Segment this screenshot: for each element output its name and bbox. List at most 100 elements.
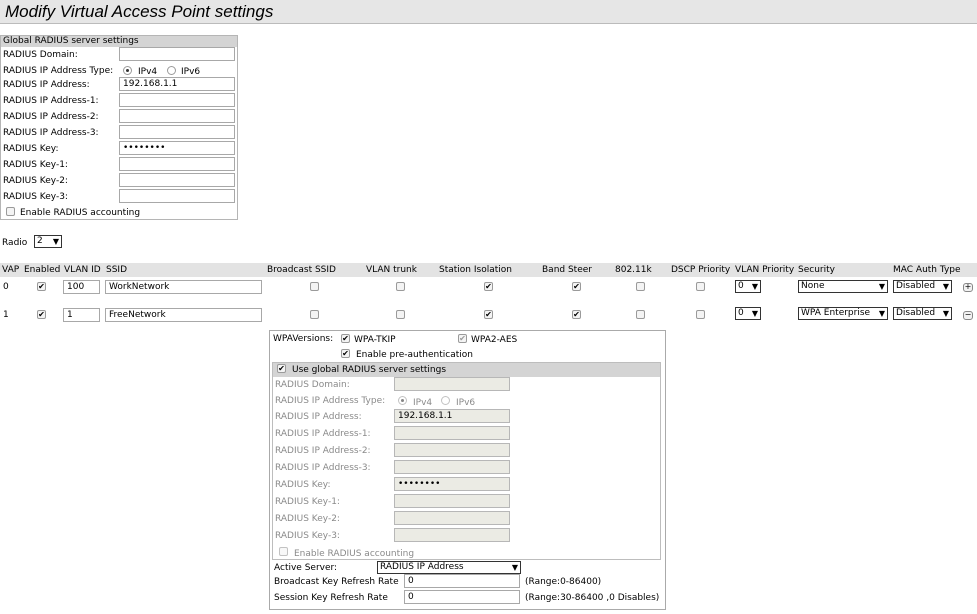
wpa-tkip-checkbox[interactable]: ✔ <box>341 334 350 343</box>
radius-key3-input[interactable] <box>119 189 235 203</box>
radius-key-label: RADIUS Key: <box>3 144 59 154</box>
expand-icon[interactable]: + <box>963 283 973 292</box>
row0-vlan-priority-select[interactable]: 0 ▼ <box>735 280 761 293</box>
row1-mac-auth-select[interactable]: Disabled ▼ <box>893 307 952 320</box>
vap-radius-key2-input <box>394 511 510 525</box>
row1-vlan-priority-value: 0 <box>738 308 744 318</box>
radius-ip-type-label: RADIUS IP Address Type: <box>3 66 114 76</box>
vap-radius-key-input: •••••••• <box>394 477 510 491</box>
radius-key2-label: RADIUS Key-2: <box>3 176 68 186</box>
row1-enabled-checkbox[interactable]: ✔ <box>37 310 46 319</box>
vap-radius-key1-input <box>394 494 510 508</box>
preauth-label: Enable pre-authentication <box>356 350 473 360</box>
row1-80211k-checkbox[interactable] <box>636 310 645 319</box>
active-server-select[interactable]: RADIUS IP Address ▼ <box>377 561 521 574</box>
radio-select[interactable]: 2 ▼ <box>34 235 62 248</box>
chevron-down-icon: ▼ <box>751 282 758 291</box>
radius-key1-input[interactable] <box>119 157 235 171</box>
chevron-down-icon: ▼ <box>942 309 949 318</box>
vap-radius-accounting-label: Enable RADIUS accounting <box>294 549 415 559</box>
row1-band-steer-checkbox[interactable]: ✔ <box>572 310 581 319</box>
radius-key3-label: RADIUS Key-3: <box>3 192 68 202</box>
wpa-versions-label: WPAVersions: <box>273 334 334 344</box>
vap-radius-key3-label: RADIUS Key-3: <box>275 531 340 541</box>
row1-vap: 1 <box>3 310 9 320</box>
vap-radius-domain-label: RADIUS Domain: <box>275 380 350 390</box>
row1-vlan-priority-select[interactable]: 0 ▼ <box>735 307 761 320</box>
row0-ssid-input[interactable]: WorkNetwork <box>105 280 262 294</box>
radius-key-input[interactable]: •••••••• <box>119 141 235 155</box>
vap-radius-accounting-checkbox <box>279 547 288 556</box>
broadcast-refresh-input[interactable]: 0 <box>404 574 520 588</box>
row0-enabled-checkbox[interactable]: ✔ <box>37 282 46 291</box>
session-refresh-input[interactable]: 0 <box>404 590 520 604</box>
row0-isolation-checkbox[interactable]: ✔ <box>484 282 493 291</box>
vap-radius-ip2-label: RADIUS IP Address-2: <box>275 446 371 456</box>
row1-vlan-id-input[interactable]: 1 <box>63 308 100 322</box>
col-vlan-id: VLAN ID <box>64 265 101 275</box>
radius-ip3-label: RADIUS IP Address-3: <box>3 128 99 138</box>
radius-key2-input[interactable] <box>119 173 235 187</box>
row1-security-value: WPA Enterprise <box>801 308 871 318</box>
chevron-down-icon: ▼ <box>942 282 949 291</box>
col-ssid: SSID <box>106 265 128 275</box>
row1-security-select[interactable]: WPA Enterprise ▼ <box>798 307 888 320</box>
radius-key1-label: RADIUS Key-1: <box>3 160 68 170</box>
vap-radius-key3-input <box>394 528 510 542</box>
broadcast-refresh-range: (Range:0-86400) <box>525 577 602 587</box>
row1-trunk-checkbox[interactable] <box>396 310 405 319</box>
col-band-steer: Band Steer <box>542 265 592 275</box>
row0-dscp-checkbox[interactable] <box>696 282 705 291</box>
vap-radius-ip-input: 192.168.1.1 <box>394 409 510 423</box>
radius-accounting-checkbox[interactable] <box>6 207 15 216</box>
vap-radius-ip1-label: RADIUS IP Address-1: <box>275 429 371 439</box>
vap-radius-ip1-input <box>394 426 510 440</box>
col-80211k: 802.11k <box>615 265 652 275</box>
row0-vap: 0 <box>3 282 9 292</box>
radius-ip1-input[interactable] <box>119 93 235 107</box>
radius-ip1-label: RADIUS IP Address-1: <box>3 96 99 106</box>
collapse-icon[interactable]: − <box>963 311 973 320</box>
col-enabled: Enabled <box>24 265 61 275</box>
col-vap: VAP <box>2 265 20 275</box>
radius-ip-input[interactable]: 192.168.1.1 <box>119 77 235 91</box>
row0-security-value: None <box>801 281 825 291</box>
row0-broadcast-checkbox[interactable] <box>310 282 319 291</box>
row1-broadcast-checkbox[interactable] <box>310 310 319 319</box>
row1-isolation-checkbox[interactable]: ✔ <box>484 310 493 319</box>
vap-ipv4-radio <box>398 396 407 405</box>
active-server-label: Active Server: <box>274 563 338 573</box>
wpa-tkip-label: WPA-TKIP <box>354 335 396 345</box>
page-title: Modify Virtual Access Point settings <box>0 0 977 24</box>
radio-label: Radio <box>2 238 28 248</box>
global-radius-panel: Global RADIUS server settings RADIUS Dom… <box>0 35 238 220</box>
row1-ssid-input[interactable]: FreeNetwork <box>105 308 262 322</box>
row0-band-steer-checkbox[interactable]: ✔ <box>572 282 581 291</box>
vap-ipv6-label: IPv6 <box>456 398 476 408</box>
radius-ip2-label: RADIUS IP Address-2: <box>3 112 99 122</box>
radius-ip2-input[interactable] <box>119 109 235 123</box>
ipv6-radio[interactable] <box>167 66 176 75</box>
radius-domain-label: RADIUS Domain: <box>3 50 78 60</box>
row0-vlan-id-input[interactable]: 100 <box>63 280 100 294</box>
vap-table-header: VAP Enabled VLAN ID SSID Broadcast SSID … <box>0 263 977 277</box>
col-security: Security <box>798 265 835 275</box>
radius-domain-input[interactable] <box>119 47 235 61</box>
chevron-down-icon: ▼ <box>52 237 59 246</box>
row0-80211k-checkbox[interactable] <box>636 282 645 291</box>
row1-dscp-checkbox[interactable] <box>696 310 705 319</box>
ipv4-radio[interactable] <box>123 66 132 75</box>
row0-mac-auth-select[interactable]: Disabled ▼ <box>893 280 952 293</box>
col-vlan-trunk: VLAN trunk <box>366 265 417 275</box>
row0-trunk-checkbox[interactable] <box>396 282 405 291</box>
wpa2-aes-checkbox: ✔ <box>458 334 467 343</box>
col-mac-auth-type: MAC Auth Type <box>893 265 961 275</box>
use-global-radius-checkbox[interactable]: ✔ <box>277 364 286 373</box>
radius-accounting-label: Enable RADIUS accounting <box>20 208 141 218</box>
preauth-checkbox[interactable]: ✔ <box>341 349 350 358</box>
wpa2-aes-label: WPA2-AES <box>471 335 518 345</box>
radius-ip3-input[interactable] <box>119 125 235 139</box>
chevron-down-icon: ▼ <box>878 282 885 291</box>
use-global-radius-label: Use global RADIUS server settings <box>292 365 447 375</box>
row0-security-select[interactable]: None ▼ <box>798 280 888 293</box>
